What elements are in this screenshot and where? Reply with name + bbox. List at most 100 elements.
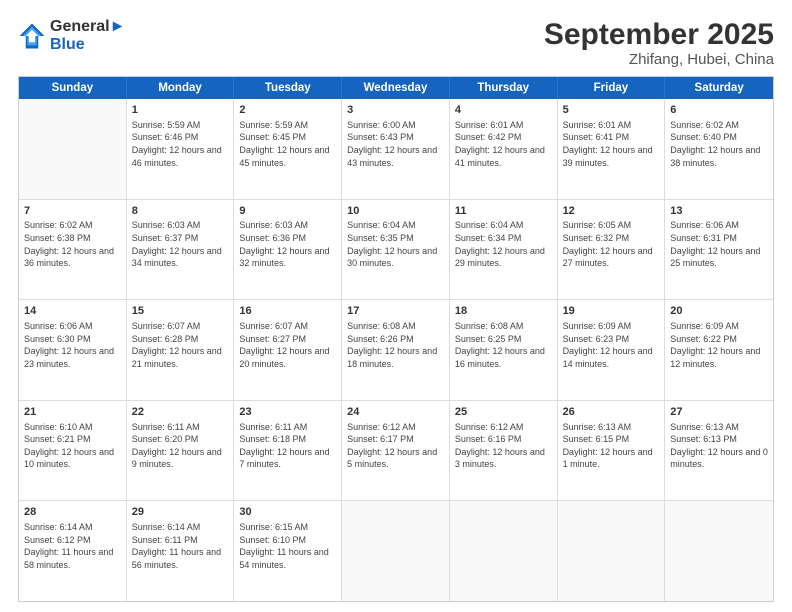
calendar-day-28: 28Sunrise: 6:14 AMSunset: 6:12 PMDayligh… [19,501,127,601]
day-number: 6 [670,103,768,118]
calendar-day-26: 26Sunrise: 6:13 AMSunset: 6:15 PMDayligh… [558,401,666,501]
calendar-body: 1Sunrise: 5:59 AMSunset: 6:46 PMDaylight… [19,99,773,601]
logo-icon [18,22,46,50]
calendar-day-4: 4Sunrise: 6:01 AMSunset: 6:42 PMDaylight… [450,99,558,199]
calendar-week-5: 28Sunrise: 6:14 AMSunset: 6:12 PMDayligh… [19,501,773,601]
calendar-day-14: 14Sunrise: 6:06 AMSunset: 6:30 PMDayligh… [19,300,127,400]
calendar-day-10: 10Sunrise: 6:04 AMSunset: 6:35 PMDayligh… [342,200,450,300]
day-info: Sunrise: 6:06 AMSunset: 6:30 PMDaylight:… [24,320,121,370]
day-info: Sunrise: 6:14 AMSunset: 6:11 PMDaylight:… [132,521,229,571]
calendar: SundayMondayTuesdayWednesdayThursdayFrid… [18,76,774,602]
calendar-header: SundayMondayTuesdayWednesdayThursdayFrid… [19,77,773,99]
calendar-empty [450,501,558,601]
calendar-day-24: 24Sunrise: 6:12 AMSunset: 6:17 PMDayligh… [342,401,450,501]
header-day-monday: Monday [127,77,235,99]
day-info: Sunrise: 6:04 AMSunset: 6:34 PMDaylight:… [455,219,552,269]
day-info: Sunrise: 6:07 AMSunset: 6:28 PMDaylight:… [132,320,229,370]
title-block: September 2025 Zhifang, Hubei, China [544,18,774,68]
day-info: Sunrise: 5:59 AMSunset: 6:46 PMDaylight:… [132,119,229,169]
calendar-day-21: 21Sunrise: 6:10 AMSunset: 6:21 PMDayligh… [19,401,127,501]
header-day-sunday: Sunday [19,77,127,99]
day-number: 25 [455,405,552,420]
day-number: 9 [239,204,336,219]
page: General► Blue September 2025 Zhifang, Hu… [0,0,792,612]
header-day-tuesday: Tuesday [234,77,342,99]
day-number: 26 [563,405,660,420]
calendar-day-15: 15Sunrise: 6:07 AMSunset: 6:28 PMDayligh… [127,300,235,400]
day-number: 29 [132,505,229,520]
calendar-day-7: 7Sunrise: 6:02 AMSunset: 6:38 PMDaylight… [19,200,127,300]
calendar-day-9: 9Sunrise: 6:03 AMSunset: 6:36 PMDaylight… [234,200,342,300]
calendar-day-12: 12Sunrise: 6:05 AMSunset: 6:32 PMDayligh… [558,200,666,300]
calendar-day-16: 16Sunrise: 6:07 AMSunset: 6:27 PMDayligh… [234,300,342,400]
day-number: 18 [455,304,552,319]
calendar-day-25: 25Sunrise: 6:12 AMSunset: 6:16 PMDayligh… [450,401,558,501]
calendar-day-27: 27Sunrise: 6:13 AMSunset: 6:13 PMDayligh… [665,401,773,501]
calendar-empty [558,501,666,601]
calendar-day-11: 11Sunrise: 6:04 AMSunset: 6:34 PMDayligh… [450,200,558,300]
day-info: Sunrise: 6:09 AMSunset: 6:23 PMDaylight:… [563,320,660,370]
day-number: 11 [455,204,552,219]
calendar-day-2: 2Sunrise: 5:59 AMSunset: 6:45 PMDaylight… [234,99,342,199]
day-info: Sunrise: 6:13 AMSunset: 6:15 PMDaylight:… [563,421,660,471]
calendar-week-1: 1Sunrise: 5:59 AMSunset: 6:46 PMDaylight… [19,99,773,200]
day-number: 12 [563,204,660,219]
day-number: 27 [670,405,768,420]
header-day-wednesday: Wednesday [342,77,450,99]
header: General► Blue September 2025 Zhifang, Hu… [18,18,774,68]
day-number: 2 [239,103,336,118]
calendar-day-22: 22Sunrise: 6:11 AMSunset: 6:20 PMDayligh… [127,401,235,501]
day-info: Sunrise: 6:12 AMSunset: 6:17 PMDaylight:… [347,421,444,471]
day-number: 17 [347,304,444,319]
day-number: 10 [347,204,444,219]
day-info: Sunrise: 6:01 AMSunset: 6:41 PMDaylight:… [563,119,660,169]
day-info: Sunrise: 6:03 AMSunset: 6:37 PMDaylight:… [132,219,229,269]
header-day-saturday: Saturday [665,77,773,99]
day-info: Sunrise: 6:03 AMSunset: 6:36 PMDaylight:… [239,219,336,269]
day-info: Sunrise: 6:02 AMSunset: 6:40 PMDaylight:… [670,119,768,169]
day-number: 24 [347,405,444,420]
calendar-day-19: 19Sunrise: 6:09 AMSunset: 6:23 PMDayligh… [558,300,666,400]
day-number: 16 [239,304,336,319]
calendar-day-6: 6Sunrise: 6:02 AMSunset: 6:40 PMDaylight… [665,99,773,199]
day-info: Sunrise: 6:06 AMSunset: 6:31 PMDaylight:… [670,219,768,269]
day-info: Sunrise: 6:08 AMSunset: 6:25 PMDaylight:… [455,320,552,370]
calendar-day-1: 1Sunrise: 5:59 AMSunset: 6:46 PMDaylight… [127,99,235,199]
day-number: 21 [24,405,121,420]
day-number: 3 [347,103,444,118]
calendar-day-5: 5Sunrise: 6:01 AMSunset: 6:41 PMDaylight… [558,99,666,199]
calendar-empty [665,501,773,601]
day-number: 23 [239,405,336,420]
day-info: Sunrise: 6:13 AMSunset: 6:13 PMDaylight:… [670,421,768,471]
calendar-day-8: 8Sunrise: 6:03 AMSunset: 6:37 PMDaylight… [127,200,235,300]
location-subtitle: Zhifang, Hubei, China [544,51,774,68]
calendar-day-30: 30Sunrise: 6:15 AMSunset: 6:10 PMDayligh… [234,501,342,601]
day-info: Sunrise: 6:14 AMSunset: 6:12 PMDaylight:… [24,521,121,571]
day-number: 30 [239,505,336,520]
calendar-day-18: 18Sunrise: 6:08 AMSunset: 6:25 PMDayligh… [450,300,558,400]
day-number: 4 [455,103,552,118]
header-day-friday: Friday [558,77,666,99]
day-info: Sunrise: 6:01 AMSunset: 6:42 PMDaylight:… [455,119,552,169]
day-info: Sunrise: 6:10 AMSunset: 6:21 PMDaylight:… [24,421,121,471]
day-info: Sunrise: 6:11 AMSunset: 6:18 PMDaylight:… [239,421,336,471]
calendar-day-17: 17Sunrise: 6:08 AMSunset: 6:26 PMDayligh… [342,300,450,400]
calendar-week-4: 21Sunrise: 6:10 AMSunset: 6:21 PMDayligh… [19,401,773,502]
day-number: 13 [670,204,768,219]
day-info: Sunrise: 6:11 AMSunset: 6:20 PMDaylight:… [132,421,229,471]
day-number: 7 [24,204,121,219]
calendar-week-3: 14Sunrise: 6:06 AMSunset: 6:30 PMDayligh… [19,300,773,401]
day-info: Sunrise: 6:08 AMSunset: 6:26 PMDaylight:… [347,320,444,370]
calendar-day-23: 23Sunrise: 6:11 AMSunset: 6:18 PMDayligh… [234,401,342,501]
day-info: Sunrise: 6:15 AMSunset: 6:10 PMDaylight:… [239,521,336,571]
day-number: 20 [670,304,768,319]
day-info: Sunrise: 5:59 AMSunset: 6:45 PMDaylight:… [239,119,336,169]
day-info: Sunrise: 6:09 AMSunset: 6:22 PMDaylight:… [670,320,768,370]
day-info: Sunrise: 6:12 AMSunset: 6:16 PMDaylight:… [455,421,552,471]
day-number: 15 [132,304,229,319]
day-info: Sunrise: 6:02 AMSunset: 6:38 PMDaylight:… [24,219,121,269]
calendar-day-3: 3Sunrise: 6:00 AMSunset: 6:43 PMDaylight… [342,99,450,199]
day-number: 28 [24,505,121,520]
day-info: Sunrise: 6:04 AMSunset: 6:35 PMDaylight:… [347,219,444,269]
logo: General► Blue [18,18,125,55]
